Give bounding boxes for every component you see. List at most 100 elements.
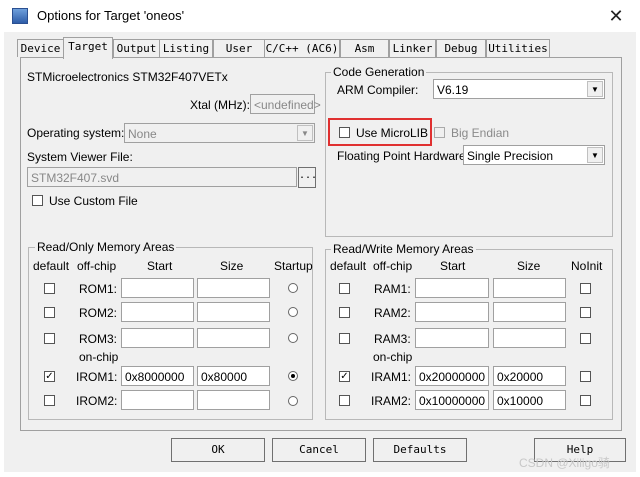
rom1-startup-radio[interactable] [288,283,298,293]
ram1-size-input[interactable] [493,278,566,298]
ro-header-startup: Startup [274,259,313,273]
ro-onchip-label: on-chip [79,350,119,364]
irom1-label: IROM1: [76,370,118,384]
iram1-noinit-checkbox[interactable] [580,371,591,382]
tab-target[interactable]: Target [63,37,113,59]
ro-memory-title: Read/Only Memory Areas [35,240,177,254]
iram1-start-input[interactable]: 0x20000000 [415,366,489,386]
ram1-default-checkbox[interactable] [339,283,350,294]
ram1-start-input[interactable] [415,278,489,298]
use-custom-file-label: Use Custom File [49,194,138,208]
svd-label: System Viewer File: [27,150,133,164]
tab-linker[interactable]: Linker [389,39,436,57]
iram1-label: IRAM1: [371,370,412,384]
xtal-label: Xtal (MHz): [190,98,250,112]
irom2-size-input[interactable] [197,390,270,410]
defaults-button[interactable]: Defaults [373,438,467,462]
tab-output[interactable]: Output [113,39,160,57]
rom3-start-input[interactable] [121,328,194,348]
ram3-size-input[interactable] [493,328,566,348]
ram2-noinit-checkbox[interactable] [580,307,591,318]
ro-header-default: default [33,259,70,273]
rw-header-offchip: off-chip [373,259,413,273]
irom1-size-input[interactable]: 0x80000 [197,366,270,386]
rom2-startup-radio[interactable] [288,307,298,317]
rom3-label: ROM3: [79,332,118,346]
irom2-start-input[interactable] [121,390,194,410]
use-microlib-label: Use MicroLIB [356,126,429,140]
rom1-label: ROM1: [79,282,118,296]
iram2-label: IRAM2: [371,394,412,408]
os-select-value: None [128,127,157,141]
close-icon[interactable]: ✕ [604,4,628,28]
iram2-noinit-checkbox[interactable] [580,395,591,406]
ram2-start-input[interactable] [415,302,489,322]
irom1-default-checkbox[interactable]: ✓ [44,371,55,382]
ram2-size-input[interactable] [493,302,566,322]
iram2-size-input[interactable]: 0x10000 [493,390,566,410]
big-endian-label: Big Endian [451,126,510,140]
iram2-default-checkbox[interactable] [339,395,350,406]
xtal-input[interactable]: <undefined> [250,94,321,114]
compiler-label: ARM Compiler: [337,83,419,97]
fp-hardware-label: Floating Point Hardware: [337,149,470,163]
ro-header-size: Size [220,259,244,273]
chevron-down-icon: ▼ [587,147,603,163]
irom2-startup-radio[interactable] [288,396,298,406]
ram1-noinit-checkbox[interactable] [580,283,591,294]
fp-hardware-select-value: Single Precision [467,149,554,163]
os-select[interactable]: None ▼ [124,123,315,143]
compiler-select-value: V6.19 [437,83,469,97]
ram3-label: RAM3: [374,332,411,346]
tab-device[interactable]: Device [17,39,64,57]
tab-debug[interactable]: Debug [436,39,486,57]
rom3-size-input[interactable] [197,328,270,348]
compiler-select[interactable]: V6.19 ▼ [433,79,605,99]
fp-hardware-select[interactable]: Single Precision ▼ [463,145,605,165]
ram3-default-checkbox[interactable] [339,333,350,344]
device-name: STMicroelectronics STM32F407VETx [27,70,228,84]
rom2-start-input[interactable] [121,302,194,322]
code-generation-title: Code Generation [331,65,427,79]
cancel-button[interactable]: Cancel [272,438,366,462]
rom2-size-input[interactable] [197,302,270,322]
ok-button[interactable]: OK [171,438,265,462]
rom2-default-checkbox[interactable] [44,307,55,318]
ram3-noinit-checkbox[interactable] [580,333,591,344]
iram1-default-checkbox[interactable]: ✓ [339,371,350,382]
iram1-size-input[interactable]: 0x20000 [493,366,566,386]
rw-header-size: Size [517,259,541,273]
tab-asm[interactable]: Asm [340,39,389,57]
irom1-start-input[interactable]: 0x8000000 [121,366,194,386]
irom2-default-checkbox[interactable] [44,395,55,406]
svd-browse-button[interactable]: ... [298,167,317,188]
rw-header-start: Start [440,259,466,273]
rom3-default-checkbox[interactable] [44,333,55,344]
irom1-startup-radio[interactable] [288,371,298,381]
rw-memory-title: Read/Write Memory Areas [331,242,476,256]
tab-cpp[interactable]: C/C++ (AC6) [264,39,340,57]
use-microlib-checkbox[interactable] [339,127,350,138]
tab-utilities[interactable]: Utilities [486,39,550,57]
tab-user[interactable]: User [213,39,265,57]
watermark-text: CSDN @Xiligo骑 [519,456,610,470]
rw-header-default: default [330,259,367,273]
iram2-start-input[interactable]: 0x10000000 [415,390,489,410]
rw-header-noinit: NoInit [571,259,603,273]
ram2-default-checkbox[interactable] [339,307,350,318]
irom2-label: IROM2: [76,394,118,408]
ro-header-offchip: off-chip [77,259,117,273]
os-label: Operating system: [27,126,125,140]
rom1-default-checkbox[interactable] [44,283,55,294]
window-title: Options for Target 'oneos' [37,8,185,23]
rom3-startup-radio[interactable] [288,333,298,343]
use-custom-file-checkbox[interactable] [32,195,43,206]
rom1-size-input[interactable] [197,278,270,298]
big-endian-checkbox[interactable] [434,127,445,138]
ram3-start-input[interactable] [415,328,489,348]
rom2-label: ROM2: [79,306,118,320]
rom1-start-input[interactable] [121,278,194,298]
ram2-label: RAM2: [374,306,411,320]
svd-input[interactable]: STM32F407.svd [27,167,297,187]
tab-listing[interactable]: Listing [159,39,213,57]
